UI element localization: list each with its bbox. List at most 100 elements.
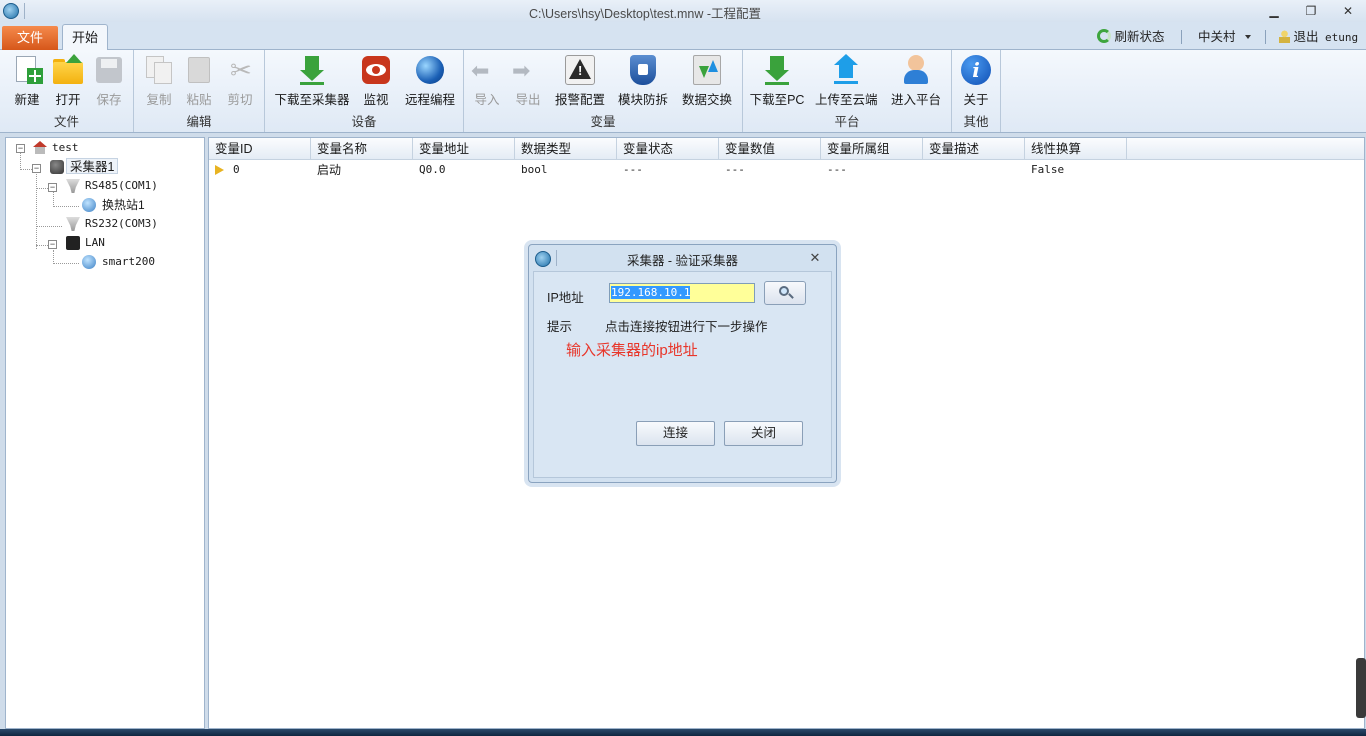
tree-node-collector[interactable]: 采集器1 — [66, 158, 119, 174]
monitor-label: 监视 — [363, 93, 389, 107]
column-header[interactable]: 变量地址 — [413, 138, 515, 160]
verify-collector-dialog: 采集器 - 验证采集器 ✕ IP地址 192.168.10.1 提示 点击连接按… — [528, 244, 837, 483]
title-bar: C:\Users\hsy\Desktop\test.mnw -工程配置 ▁ ❐ … — [0, 0, 1366, 22]
ribbon-right-divider — [1181, 30, 1182, 44]
serial-port-icon — [66, 179, 80, 193]
table-cell[interactable]: bool — [515, 161, 548, 179]
enter-platform-label: 进入平台 — [890, 93, 941, 107]
tree-node-rs232[interactable]: RS232(COM3) — [85, 216, 158, 232]
table-cell[interactable]: --- — [617, 161, 643, 179]
window-title: C:\Users\hsy\Desktop\test.mnw -工程配置 — [529, 7, 761, 21]
table-cell[interactable]: --- — [719, 161, 745, 179]
tab-start[interactable]: 开始 — [62, 24, 108, 51]
home-icon — [33, 141, 47, 155]
download-to-collector-button[interactable]: 下载至采集器 — [273, 54, 351, 107]
data-exchange-button[interactable]: 数据交换 — [680, 54, 734, 107]
group-file: 新建 打开 保存 文件 — [0, 50, 134, 132]
shield-lock-icon — [627, 54, 659, 86]
remote-program-button[interactable]: 远程编程 — [401, 54, 459, 107]
monitor-button[interactable]: 监视 — [357, 54, 395, 107]
user-icon — [900, 54, 932, 86]
column-header[interactable]: 线性换算 — [1025, 138, 1127, 160]
download-to-pc-button[interactable]: 下载至PC — [749, 54, 805, 107]
table-cell[interactable]: 0 — [227, 161, 240, 179]
username: etung — [1324, 31, 1359, 44]
hint-label: 提示 — [547, 320, 573, 334]
ribbon-tabs: 文件 开始 刷新状态 中关村 退出 etung — [0, 22, 1366, 51]
tree-expander[interactable]: − — [48, 240, 57, 249]
tree-expander[interactable]: − — [48, 183, 57, 192]
export-button[interactable]: ➡ 导出 — [511, 54, 545, 108]
close-window-button[interactable]: ✕ — [1337, 2, 1359, 20]
location-dropdown[interactable]: 中关村 — [1198, 29, 1251, 45]
column-header[interactable]: 变量所属组 — [821, 138, 923, 160]
restore-button[interactable]: ❐ — [1300, 2, 1322, 20]
import-button[interactable]: ⬅ 导入 — [470, 54, 504, 108]
module-protect-button[interactable]: 模块防拆 — [617, 54, 669, 107]
tree-line — [53, 250, 54, 264]
minimize-button[interactable]: ▁ — [1263, 2, 1285, 20]
download-pc-label: 下载至PC — [749, 93, 805, 107]
search-button[interactable] — [764, 281, 806, 305]
station-icon — [82, 255, 96, 269]
column-header[interactable]: 变量ID — [209, 138, 311, 160]
exchange-arrows-icon — [691, 54, 723, 86]
dialog-body: IP地址 192.168.10.1 提示 点击连接按钮进行下一步操作 输入采集器… — [533, 271, 832, 478]
column-header[interactable]: 变量描述 — [923, 138, 1025, 160]
logout-label: 退出 — [1293, 30, 1319, 44]
scroll-handle[interactable] — [1356, 658, 1366, 718]
tree-expander[interactable]: − — [16, 144, 25, 153]
tree-line — [53, 263, 79, 264]
tab-file[interactable]: 文件 — [2, 26, 58, 50]
paste-icon — [183, 54, 215, 86]
open-button[interactable]: 打开 — [49, 54, 87, 107]
user-icon — [1279, 30, 1290, 43]
download-arrow-icon — [296, 54, 328, 86]
refresh-status-label: 刷新状态 — [1114, 30, 1165, 44]
tree-node-station[interactable]: 换热站1 — [102, 197, 145, 213]
tree-node-rs485[interactable]: RS485(COM1) — [85, 178, 158, 194]
group-label-file: 文件 — [53, 115, 79, 129]
table-cell[interactable]: --- — [821, 161, 847, 179]
ribbon: 新建 打开 保存 文件 复制 粘贴 ✂ 剪切 编辑 下载至采集器 监视 远程编程… — [0, 50, 1366, 133]
close-icon[interactable]: ✕ — [808, 251, 822, 265]
table-cell[interactable]: 启动 — [311, 161, 341, 179]
new-button[interactable]: 新建 — [8, 54, 46, 107]
connect-button[interactable]: 连接 — [636, 421, 715, 446]
column-header[interactable]: 变量名称 — [311, 138, 413, 160]
warning-icon — [564, 54, 596, 86]
dialog-title-bar[interactable]: 采集器 - 验证采集器 ✕ — [529, 245, 836, 271]
logout-button[interactable]: 退出 etung — [1279, 29, 1358, 45]
info-icon: i — [960, 54, 992, 86]
tree-node-root[interactable]: test — [52, 140, 79, 156]
table-cell[interactable] — [923, 161, 929, 179]
column-header[interactable]: 变量状态 — [617, 138, 719, 160]
save-button[interactable]: 保存 — [90, 54, 128, 107]
lan-icon — [66, 236, 80, 250]
ip-address-input[interactable]: 192.168.10.1 — [609, 283, 755, 303]
ribbon-right-divider — [1265, 30, 1266, 44]
group-label-edit: 编辑 — [186, 115, 212, 129]
group-other: i 关于 其他 — [952, 50, 1001, 132]
paste-button[interactable]: 粘贴 — [180, 54, 218, 107]
refresh-status-button[interactable]: 刷新状态 — [1097, 29, 1165, 45]
alarm-config-label: 报警配置 — [554, 93, 605, 107]
remote-program-label: 远程编程 — [404, 93, 455, 107]
tree-node-smart200[interactable]: smart200 — [102, 254, 155, 270]
import-label: 导入 — [474, 93, 500, 107]
tree-node-lan[interactable]: LAN — [85, 235, 105, 251]
about-button[interactable]: i 关于 — [958, 54, 994, 107]
close-button[interactable]: 关闭 — [724, 421, 803, 446]
upload-to-cloud-button[interactable]: 上传至云端 — [815, 54, 878, 107]
column-header[interactable]: 数据类型 — [515, 138, 617, 160]
table-cell[interactable]: False — [1025, 161, 1064, 179]
alarm-config-button[interactable]: 报警配置 — [554, 54, 606, 107]
enter-platform-button[interactable]: 进入平台 — [888, 54, 944, 107]
copy-button[interactable]: 复制 — [140, 54, 178, 107]
table-cell[interactable]: Q0.0 — [413, 161, 446, 179]
tree-line — [53, 206, 79, 207]
tree-expander[interactable]: − — [32, 164, 41, 173]
column-header[interactable]: 变量数值 — [719, 138, 821, 160]
cut-button[interactable]: ✂ 剪切 — [221, 54, 259, 107]
copy-icon — [143, 54, 175, 86]
